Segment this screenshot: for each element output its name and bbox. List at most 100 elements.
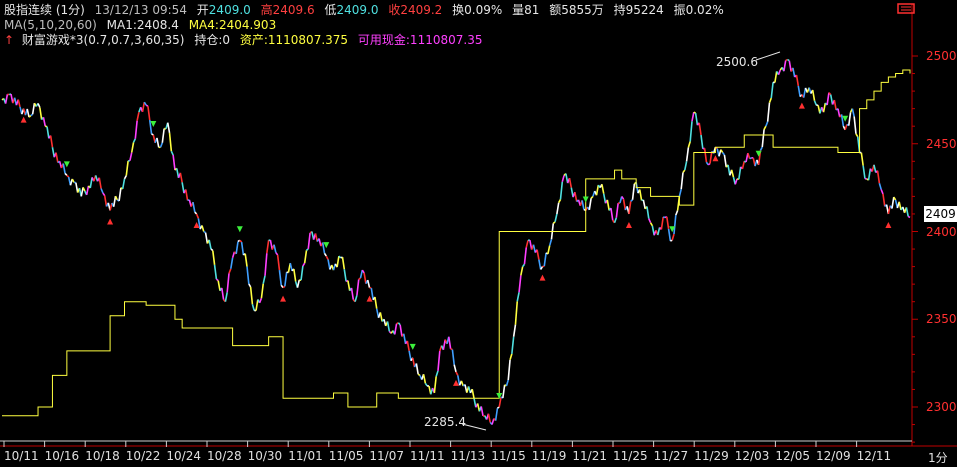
price-segment xyxy=(685,147,690,162)
close-icon[interactable] xyxy=(897,2,917,16)
price-segment xyxy=(595,184,600,196)
price-segment xyxy=(437,350,441,371)
price-segment xyxy=(705,161,709,166)
price-segment xyxy=(543,252,547,267)
price-segment xyxy=(64,172,68,176)
price-segment xyxy=(590,195,594,199)
ma-title: MA(5,10,20,60) xyxy=(4,18,97,32)
price-segment xyxy=(691,112,695,122)
price-segment xyxy=(507,359,511,381)
price-segment xyxy=(494,408,499,421)
price-segment xyxy=(251,304,255,311)
price-segment xyxy=(536,249,540,260)
xtick-label: 12/11 xyxy=(856,449,892,463)
amplitude: 振0.02% xyxy=(673,3,724,17)
long-signal-marker xyxy=(366,295,373,302)
price-segment xyxy=(435,370,439,377)
price-segment xyxy=(386,321,391,332)
price-segment xyxy=(321,242,326,254)
long-signal-marker xyxy=(885,221,892,228)
quote-datetime: 13/12/13 09:54 xyxy=(94,3,187,17)
price-segment xyxy=(734,178,738,185)
price-segment xyxy=(134,120,138,139)
price-segment xyxy=(687,141,691,148)
price-segment xyxy=(358,277,362,281)
price-segment xyxy=(891,196,895,209)
price-segment xyxy=(777,69,782,75)
kline-chart[interactable] xyxy=(0,0,957,467)
price-segment xyxy=(649,222,654,227)
min-price-label: 2285.4 xyxy=(424,415,466,429)
open-label: 开 xyxy=(196,3,209,17)
price-segment xyxy=(417,373,421,377)
xtick-label: 11/13 xyxy=(450,449,486,463)
price-segment xyxy=(516,292,520,302)
price-segment xyxy=(887,205,891,215)
long-signal-marker xyxy=(539,274,546,281)
ytick-label: 2450 xyxy=(926,136,957,151)
price-segment xyxy=(512,324,517,337)
price-segment xyxy=(302,262,306,267)
price-segment xyxy=(698,122,702,136)
price-segment xyxy=(457,375,461,386)
price-segment xyxy=(730,169,735,178)
price-segment xyxy=(574,192,578,202)
low-label: 低 xyxy=(324,3,337,17)
price-segment xyxy=(55,152,59,163)
price-segment xyxy=(720,149,724,153)
open-interest: 持95224 xyxy=(613,3,664,17)
price-segment xyxy=(621,195,625,200)
price-segment xyxy=(170,150,174,156)
price-segment xyxy=(694,112,699,126)
price-segment xyxy=(347,280,351,291)
price-segment xyxy=(606,199,610,211)
price-segment xyxy=(85,185,90,196)
price-segment xyxy=(323,252,327,257)
price-segment xyxy=(749,157,752,160)
price-segment xyxy=(393,323,398,335)
price-segment xyxy=(51,147,56,158)
high-label: 高 xyxy=(260,3,273,17)
price-segment xyxy=(255,299,259,311)
price-segment xyxy=(4,94,9,104)
xtick-label: 10/24 xyxy=(166,449,201,463)
price-segment xyxy=(262,275,266,284)
price-segment xyxy=(26,108,30,118)
price-segment xyxy=(217,280,221,291)
price-segment xyxy=(325,255,329,260)
price-segment xyxy=(601,184,605,194)
xtick-label: 11/07 xyxy=(369,449,404,463)
close-label: 收 xyxy=(388,3,401,17)
price-segment xyxy=(766,102,771,122)
price-segment xyxy=(522,263,526,268)
price-segment xyxy=(680,172,684,190)
xtick-label: 10/11 xyxy=(4,449,39,463)
volume: 量81 xyxy=(512,3,540,17)
price-segment xyxy=(433,376,437,394)
price-segment xyxy=(230,257,234,269)
price-segment xyxy=(350,287,355,300)
price-segment xyxy=(136,111,140,121)
price-segment xyxy=(239,239,243,243)
price-segment xyxy=(103,195,108,207)
xtick-label: 12/09 xyxy=(816,449,851,463)
price-segment xyxy=(235,241,239,254)
price-segment xyxy=(833,99,837,111)
price-segment xyxy=(763,125,767,130)
price-segment xyxy=(300,265,304,281)
price-segment xyxy=(228,268,232,274)
price-segment xyxy=(248,283,252,288)
price-segment xyxy=(741,161,746,170)
price-segment xyxy=(75,182,79,193)
price-segment xyxy=(631,183,636,200)
period-label[interactable]: 1分 xyxy=(928,449,948,466)
price-segment xyxy=(738,166,742,180)
xtick-label: 11/01 xyxy=(288,449,323,463)
price-segment xyxy=(195,213,200,219)
price-segment xyxy=(671,233,675,241)
price-segment xyxy=(303,250,308,264)
price-segment xyxy=(408,350,412,361)
price-segment xyxy=(273,244,277,253)
xtick-label: 10/22 xyxy=(125,449,161,463)
price-segment xyxy=(673,215,677,235)
